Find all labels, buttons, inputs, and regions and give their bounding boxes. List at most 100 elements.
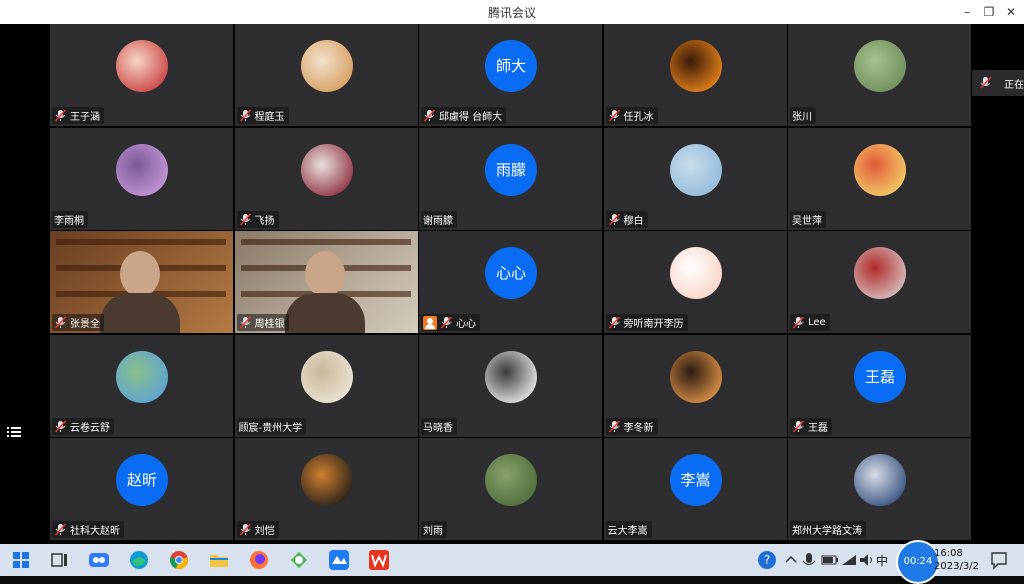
- participant-name: 吴世萍: [792, 215, 822, 227]
- participant-tile[interactable]: 李雨桐: [50, 127, 233, 230]
- participant-name-bar: 吴世萍: [790, 210, 826, 228]
- participant-name: 李冬新: [623, 422, 654, 434]
- participant-name-bar: 郑州大学路文涛: [790, 521, 866, 538]
- participant-name: 云大李嵩: [607, 526, 648, 537]
- participant-tile[interactable]: 程庭玉: [234, 24, 418, 126]
- participant-avatar: [669, 143, 722, 196]
- participant-name-bar: 云大李嵩: [605, 521, 652, 538]
- participant-name: 周桂银: [254, 319, 285, 330]
- meeting-stage: 王子涵 程庭玉 師大 邱慮得 台師大 任孔冰 张川 李雨桐 飞扬 雨朦 谢雨朦 穆白 吴世萍 张景全 周桂…: [0, 24, 1024, 544]
- system-clock[interactable]: 16:08 2023/3/2: [934, 547, 979, 573]
- participant-name-bar: 李雨桐: [52, 210, 88, 228]
- muted-mic-icon: [239, 316, 251, 329]
- muted-mic-icon: [608, 419, 620, 433]
- participant-avatar: [669, 247, 722, 299]
- muted-mic-icon: [54, 523, 67, 536]
- participant-avatar: 李嵩: [669, 454, 722, 506]
- participant-tile[interactable]: Lee: [788, 231, 971, 333]
- notification-icon[interactable]: [988, 549, 1010, 571]
- participant-avatar: [300, 40, 353, 92]
- participant-name-bar: 王子涵: [52, 107, 104, 124]
- participant-tile[interactable]: 赵昕 社科大赵昕: [50, 438, 233, 540]
- volume-icon[interactable]: [856, 549, 878, 571]
- firefox-icon[interactable]: [248, 549, 270, 571]
- participant-name-bar: 云卷云舒: [52, 417, 114, 435]
- participant-tile[interactable]: 穆白: [603, 127, 787, 230]
- participant-tile[interactable]: 雨朦谢雨朦: [419, 127, 602, 230]
- participant-tile[interactable]: 李冬新: [603, 334, 787, 437]
- participant-tile[interactable]: 李嵩云大李嵩: [603, 438, 787, 540]
- participant-name: 张川: [792, 112, 812, 123]
- participant-name: 马晓香: [423, 422, 453, 434]
- participant-name: 王磊: [808, 422, 828, 434]
- participant-name: 云卷云舒: [70, 422, 110, 434]
- participant-tile[interactable]: 王磊 王磊: [788, 334, 971, 437]
- participant-tile[interactable]: 周桂银: [234, 231, 418, 333]
- title-bar: 腾讯会议 – ❐ ✕: [0, 0, 1024, 24]
- participant-tile[interactable]: 吴世萍: [788, 127, 971, 230]
- participant-name: 飞扬: [254, 215, 275, 227]
- participant-name-bar: 李冬新: [605, 417, 658, 435]
- window-title: 腾讯会议: [487, 6, 536, 20]
- participant-name: 张景全: [70, 319, 100, 330]
- participant-name-bar: 社科大赵昕: [52, 521, 124, 538]
- participant-grid: 王子涵 程庭玉 師大 邱慮得 台師大 任孔冰 张川 李雨桐 飞扬 雨朦 谢雨朦 穆白 吴世萍 张景全 周桂…: [50, 24, 972, 544]
- participant-tile[interactable]: 任孔冰: [603, 24, 787, 126]
- wps-icon[interactable]: [368, 549, 390, 571]
- tencent-meeting-icon[interactable]: [88, 549, 110, 571]
- windows-start-icon[interactable]: [10, 549, 32, 571]
- muted-mic-icon: [608, 109, 620, 122]
- participant-name-bar: 心心: [421, 314, 480, 331]
- participant-tile[interactable]: 马晓香: [419, 334, 602, 437]
- edge-icon[interactable]: [128, 549, 150, 571]
- participant-tile[interactable]: 心心 心心: [419, 231, 602, 333]
- battery-icon[interactable]: [818, 549, 840, 571]
- participant-tile[interactable]: 旁听南开李历: [603, 231, 787, 333]
- participant-name-bar: 张景全: [52, 314, 104, 331]
- microphone-icon[interactable]: [798, 549, 820, 571]
- participant-tile[interactable]: 张景全: [50, 231, 233, 333]
- participant-avatar: 王磊: [854, 350, 906, 403]
- participant-tile[interactable]: 王子涵: [50, 24, 233, 126]
- participant-name-bar: 谢雨朦: [421, 210, 457, 228]
- participant-tile[interactable]: 師大 邱慮得 台師大: [419, 24, 602, 126]
- close-button[interactable]: ✕: [1002, 4, 1020, 20]
- minimize-button[interactable]: –: [958, 4, 976, 20]
- participant-tile[interactable]: 郑州大学路文涛: [788, 438, 971, 540]
- side-collapsed-panel[interactable]: 正在: [972, 70, 1024, 96]
- participant-avatar: [854, 247, 906, 299]
- participant-tile[interactable]: 云卷云舒: [50, 334, 233, 437]
- input-language[interactable]: 中: [876, 552, 888, 569]
- participant-avatar: [116, 143, 168, 196]
- participant-name: 刘恺: [254, 526, 275, 537]
- muted-mic-icon: [54, 109, 67, 122]
- list-icon[interactable]: [6, 424, 22, 440]
- participant-avatar: [300, 350, 353, 403]
- muted-mic-icon: [980, 76, 992, 89]
- file-explorer-icon[interactable]: [208, 549, 230, 571]
- task-view-icon[interactable]: [48, 549, 70, 571]
- participant-avatar: [485, 350, 537, 403]
- participant-tile[interactable]: 飞扬: [234, 127, 418, 230]
- participant-avatar: [669, 350, 722, 403]
- muted-mic-icon: [440, 316, 453, 329]
- muted-mic-icon: [792, 419, 805, 433]
- participant-avatar: [116, 350, 168, 403]
- chrome-icon[interactable]: [168, 549, 190, 571]
- tencent-meeting-app-icon[interactable]: [328, 549, 350, 571]
- participant-avatar: 雨朦: [485, 143, 537, 196]
- participant-name-bar: 周桂银: [236, 314, 289, 331]
- help-icon[interactable]: ?: [756, 549, 778, 571]
- participant-tile[interactable]: 刘雨: [419, 438, 602, 540]
- game-icon[interactable]: [288, 549, 310, 571]
- participant-name-bar: 穆白: [605, 210, 648, 228]
- participant-tile[interactable]: 刘恺: [234, 438, 418, 540]
- restore-button[interactable]: ❐: [980, 4, 998, 20]
- participant-tile[interactable]: 张川: [788, 24, 971, 126]
- host-person-icon: [423, 315, 437, 330]
- participant-avatar: [300, 143, 353, 196]
- participant-name: 刘雨: [423, 526, 443, 537]
- participant-name: 心心: [456, 319, 476, 330]
- participant-tile[interactable]: 顾宸-贵州大学: [234, 334, 418, 437]
- participant-avatar: [300, 454, 353, 506]
